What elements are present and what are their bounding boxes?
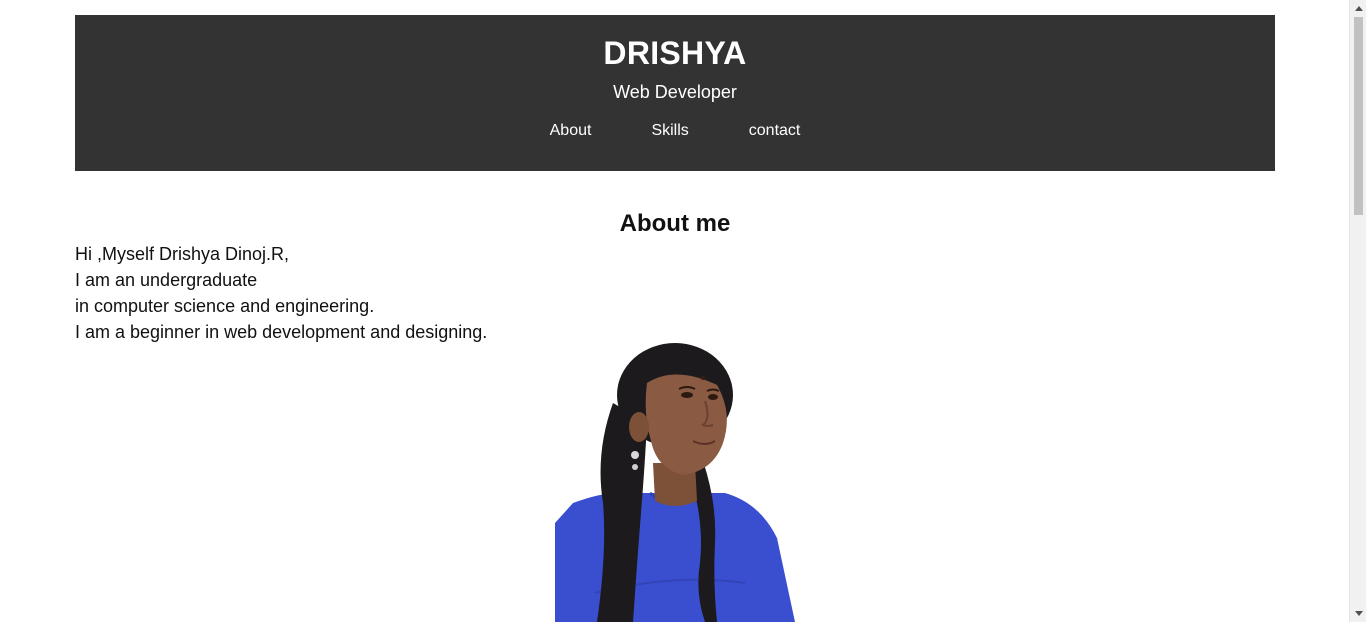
nav-link-contact[interactable]: contact — [719, 121, 831, 141]
site-header: DRISHYA Web Developer About Skills conta… — [75, 15, 1275, 171]
about-line: I am an undergraduate — [75, 270, 258, 290]
about-title: About me — [619, 210, 731, 237]
nav-link-skills[interactable]: Skills — [621, 121, 718, 141]
scrollbar-thumb[interactable] — [1354, 17, 1363, 215]
page: DRISHYA Web Developer About Skills conta… — [0, 0, 1349, 622]
scroll-up-icon[interactable] — [1350, 0, 1366, 17]
about-line: Hi ,Myself Drishya Dinoj.R, — [75, 244, 290, 264]
site-name: DRISHYA — [603, 35, 747, 71]
site-role: Web Developer — [613, 82, 737, 102]
profile-photo — [555, 343, 795, 622]
about-line: I am a beginner in web development and d… — [75, 322, 488, 342]
vertical-scrollbar[interactable] — [1349, 0, 1366, 622]
main-nav: About Skills contact — [75, 121, 1275, 141]
scroll-down-icon[interactable] — [1350, 605, 1366, 622]
about-line: in computer science and engineering. — [75, 296, 375, 316]
profile-photo-illustration — [555, 343, 795, 622]
about-text: Hi ,Myself Drishya Dinoj.R, I am an unde… — [75, 241, 487, 345]
nav-link-about[interactable]: About — [520, 121, 622, 141]
